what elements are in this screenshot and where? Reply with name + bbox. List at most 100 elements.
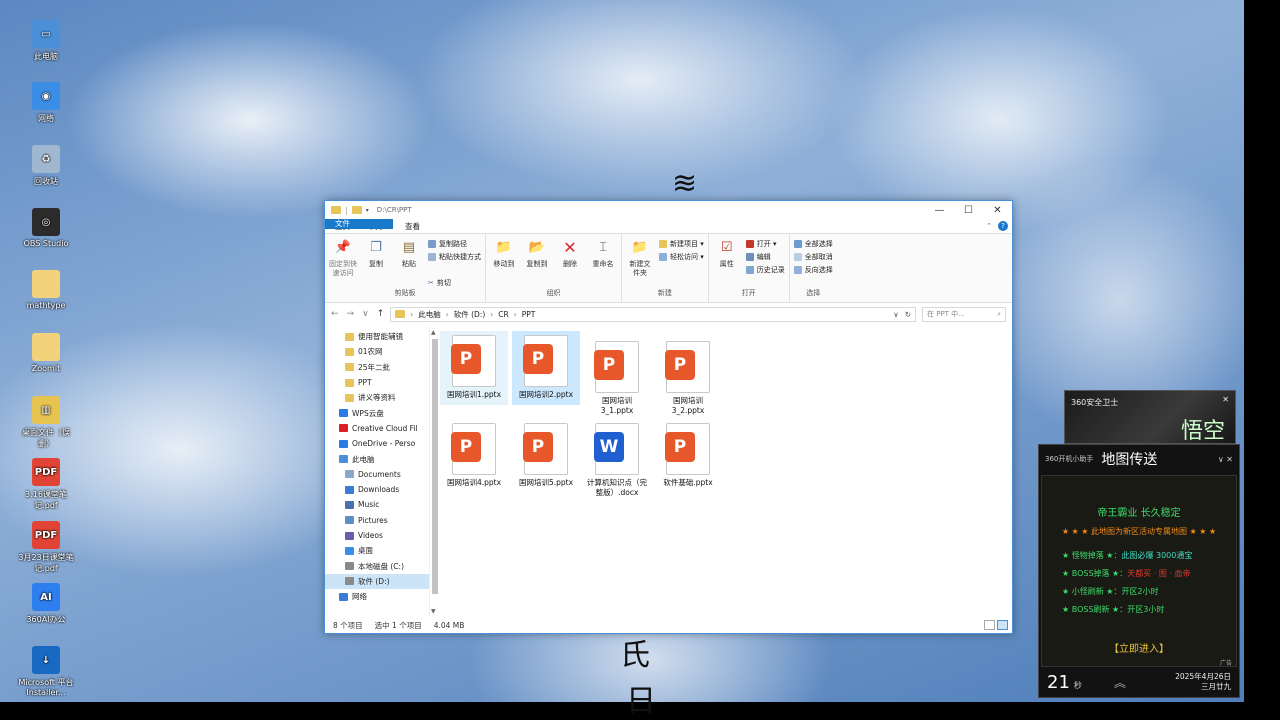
- enter-now-link[interactable]: 【立即进入】: [1042, 640, 1236, 655]
- collapse-up-icon[interactable]: ︽: [1114, 674, 1126, 691]
- refresh-icon[interactable]: ↻: [905, 310, 911, 319]
- nav-item[interactable]: Documents: [325, 467, 429, 482]
- delete-button[interactable]: ✕ 删除: [556, 237, 584, 288]
- desktop-icon[interactable]: ↓ Microsoft 平台 Installer...: [18, 646, 74, 697]
- back-arrow-icon[interactable]: ←: [331, 309, 339, 319]
- paste-button[interactable]: ▤ 粘贴: [395, 237, 423, 288]
- close-button[interactable]: ✕: [983, 205, 1012, 216]
- file-item[interactable]: W 计算机知识点（完整版）.docx: [583, 419, 651, 499]
- desktop-icon[interactable]: PDF 3.16课堂笔记.pdf: [18, 458, 74, 511]
- nav-item[interactable]: Videos: [325, 528, 429, 543]
- cut-button[interactable]: ✂ 剪切: [428, 278, 481, 288]
- nav-item[interactable]: PPT: [325, 375, 429, 390]
- nav-item[interactable]: Creative Cloud Fil: [325, 421, 429, 436]
- desktop-icon[interactable]: AI 360AI办公: [18, 583, 74, 625]
- forward-arrow-icon[interactable]: →: [347, 309, 355, 319]
- open-button[interactable]: 打开 ▾: [745, 239, 785, 249]
- breadcrumb-drive-d[interactable]: 软件 (D:): [454, 309, 486, 320]
- nav-item[interactable]: Pictures: [325, 513, 429, 528]
- navigation-pane[interactable]: 便用智能辅镜 01农网 25年二批 PPT 讲义等资料 WPS云盘 Creative Clo…: [325, 327, 429, 617]
- select-none-button[interactable]: 全部取消: [793, 252, 833, 262]
- recent-chevron-icon[interactable]: ∨: [362, 309, 369, 319]
- address-dropdown-icon[interactable]: ∨: [893, 310, 899, 319]
- desktop-icon[interactable]: ◉ 网络: [18, 82, 74, 124]
- desktop-icon[interactable]: Zoomit: [18, 333, 74, 373]
- nav-item[interactable]: 便用智能辅镜: [325, 329, 429, 344]
- tab-file[interactable]: 文件: [325, 219, 393, 229]
- ad-info-row: ★ 怪物掉落 ★：此图必爆 3000通宝: [1062, 550, 1192, 561]
- desktop-icon[interactable]: ♻ 回收站: [18, 145, 74, 187]
- copy-button[interactable]: ❐ 复制: [362, 237, 390, 288]
- file-item[interactable]: P 国网培训5.pptx: [512, 419, 580, 499]
- nav-item-label: Downloads: [358, 485, 400, 495]
- tab-view[interactable]: 查看: [395, 219, 430, 233]
- breadcrumb-this-pc[interactable]: 此电脑: [418, 309, 441, 320]
- nav-item[interactable]: 桌面: [325, 543, 429, 558]
- nav-item[interactable]: 01农网: [325, 344, 429, 359]
- select-all-button[interactable]: 全部选择: [793, 239, 833, 249]
- nav-item[interactable]: 网络: [325, 589, 429, 604]
- rename-button[interactable]: ⌶ 重命名: [589, 237, 617, 288]
- ad-panel[interactable]: 帝王霸业 长久稳定 ★ ★ ★ 此地图为新区活动专属地图 ★ ★ ★ ★ 怪物掉…: [1041, 475, 1237, 667]
- minimize-button[interactable]: —: [925, 205, 954, 216]
- pin-quick-access-button[interactable]: 📌 固定到快速访问: [329, 237, 357, 288]
- nav-item[interactable]: 此电脑: [325, 451, 429, 466]
- invert-selection-button[interactable]: 反向选择: [793, 265, 833, 275]
- nav-item[interactable]: WPS云盘: [325, 405, 429, 420]
- file-item[interactable]: P 国网培训4.pptx: [440, 419, 508, 499]
- nav-scrollbar[interactable]: ▲ ▼: [429, 327, 439, 617]
- nav-item[interactable]: Music: [325, 497, 429, 512]
- nav-item[interactable]: 软件 (D:): [325, 573, 429, 590]
- scroll-down-icon[interactable]: ▼: [431, 608, 436, 615]
- folder-icon: [395, 310, 406, 318]
- file-item[interactable]: P 软件基础.pptx: [654, 419, 722, 499]
- chevron-down-icon[interactable]: ▾: [366, 207, 369, 214]
- file-item[interactable]: P 国网培训2.pptx: [512, 331, 580, 405]
- search-input[interactable]: 在 PPT 中... ⌕: [922, 306, 1006, 322]
- nav-item-label: 软件 (D:): [358, 576, 390, 586]
- desktop-icon[interactable]: mathtype: [18, 270, 74, 310]
- desktop-icon[interactable]: ◎ OBS Studio: [18, 208, 74, 248]
- desktop-icon[interactable]: ▥ 桌面文件（误删）: [18, 396, 74, 449]
- scroll-up-icon[interactable]: ▲: [431, 329, 436, 336]
- new-item-button[interactable]: 新建项目 ▾: [659, 239, 704, 249]
- quick-access-folder-icon[interactable]: [351, 206, 362, 214]
- nav-item[interactable]: 本地磁盘 (C:): [325, 558, 429, 573]
- desktop-icon[interactable]: ▭ 此电脑: [18, 20, 74, 62]
- easy-access-button[interactable]: 轻松访问 ▾: [659, 252, 704, 262]
- copy-to-button[interactable]: 📂 复制到: [523, 237, 551, 288]
- new-folder-button[interactable]: 📁 新建文件夹: [626, 237, 654, 288]
- file-explorer-window[interactable]: | ▾ D:\CR\PPT — ☐ ✕ 文件 主页 共享 查看 ⌃ ? 📌 固定…: [324, 200, 1013, 634]
- details-view-icon[interactable]: [984, 620, 995, 630]
- properties-button[interactable]: ☑ 属性: [713, 237, 741, 288]
- 360-guard-widget[interactable]: 360安全卫士 ✕ 悟空: [1064, 390, 1236, 444]
- edit-button[interactable]: 编辑: [745, 252, 785, 262]
- up-arrow-icon[interactable]: ↑: [377, 309, 385, 319]
- guard-close-button[interactable]: ✕: [1222, 395, 1229, 404]
- history-button[interactable]: 历史记录: [745, 265, 785, 275]
- nav-item[interactable]: 讲义等资料: [325, 390, 429, 405]
- powerpoint-icon: P: [523, 335, 568, 387]
- copy-path-button[interactable]: 复制路径: [428, 239, 481, 249]
- help-icon[interactable]: ?: [998, 221, 1008, 231]
- paste-shortcut-button[interactable]: 粘贴快捷方式: [428, 252, 481, 262]
- maximize-button[interactable]: ☐: [954, 205, 983, 216]
- nav-item[interactable]: OneDrive - Perso: [325, 436, 429, 451]
- breadcrumb-ppt[interactable]: PPT: [522, 310, 536, 319]
- title-bar[interactable]: | ▾ D:\CR\PPT — ☐ ✕: [325, 201, 1012, 219]
- breadcrumb-cr[interactable]: CR: [498, 310, 508, 319]
- file-item[interactable]: P 国网培训1.pptx: [440, 331, 508, 405]
- nav-item[interactable]: 25年二批: [325, 360, 429, 375]
- large-icons-view-icon[interactable]: [997, 620, 1008, 630]
- desktop-icon[interactable]: PDF 3月23日课堂笔记.pdf: [18, 521, 74, 574]
- file-view[interactable]: P 国网培训1.pptx P 国网培训2.pptx P 国网培训3_1.pptx P 国网培训…: [439, 327, 1012, 617]
- address-bar[interactable]: › 此电脑 › 软件 (D:) › CR › PPT ∨ ↻: [390, 306, 916, 322]
- helper-controls[interactable]: ∨ ✕: [1218, 455, 1233, 464]
- move-to-button[interactable]: 📁 移动到: [490, 237, 518, 288]
- nav-item[interactable]: Downloads: [325, 482, 429, 497]
- file-item[interactable]: P 国网培训3_1.pptx: [583, 337, 651, 417]
- file-item[interactable]: P 国网培训3_2.pptx: [654, 337, 722, 417]
- 360-boot-helper-popup[interactable]: 360开机小助手 地图传送 ∨ ✕ 帝王霸业 长久稳定 ★ ★ ★ 此地图为新区…: [1038, 444, 1240, 698]
- expand-ribbon-icon[interactable]: ⌃: [986, 222, 992, 230]
- scrollbar-thumb[interactable]: [432, 339, 438, 594]
